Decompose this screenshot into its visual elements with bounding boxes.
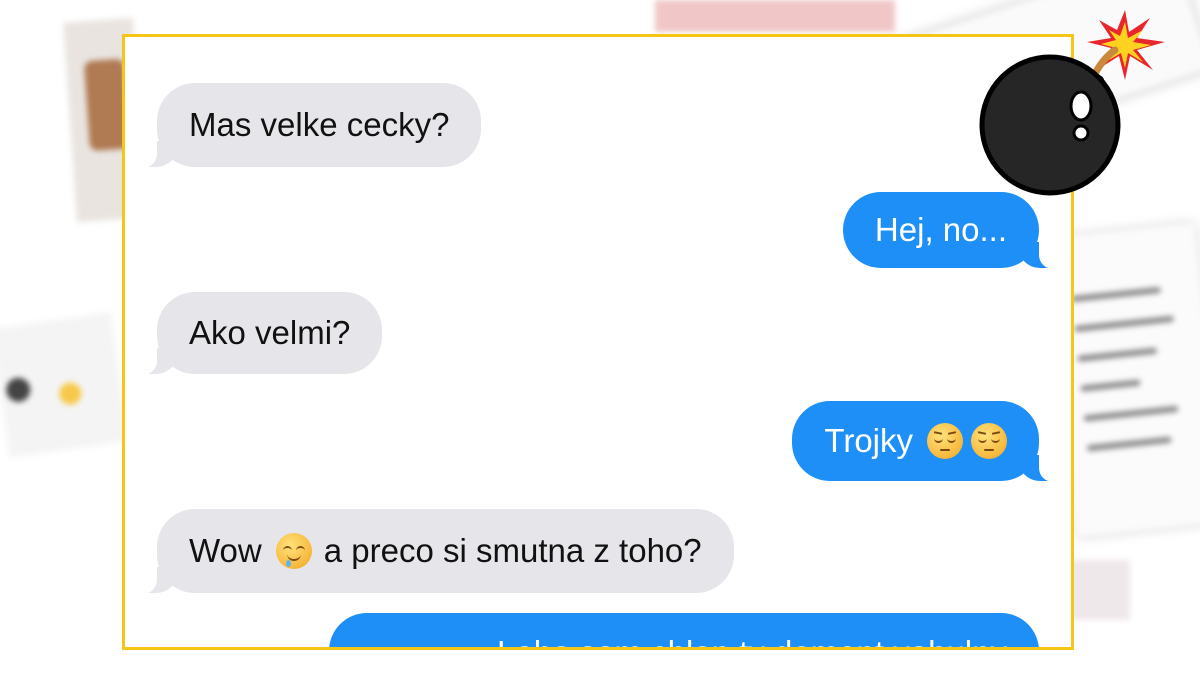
message-bubble-incoming: Wow a preco si smutna z toho? [133,509,734,594]
pensive-face-icon [971,423,1007,459]
message-text: Mas velke cecky? [189,106,450,143]
message-bubble-outgoing: Hej, no... [842,192,1064,269]
background-photo-strip [655,0,895,32]
message-text-before-emoji: Wow [189,532,262,569]
background-comment [0,312,129,458]
message-bubble-outgoing-cropped: Loho som chlap ty dement vohulny [329,613,1039,647]
message-text: Trojky [824,422,913,459]
message-text: Hej, no... [874,211,1007,248]
message-text: Loho som chlap ty dement vohulny [497,633,1007,647]
chat-screenshot-frame: Mas velke cecky? Hej, no... Ako velmi? T… [122,34,1074,650]
message-text: Ako velmi? [189,314,351,351]
bomb-icon [979,10,1165,196]
pensive-face-icon [927,423,963,459]
message-bubble-incoming: Ako velmi? [132,292,383,375]
message-bubble-incoming: Mas velke cecky? [132,83,482,168]
drooling-face-icon [275,533,312,569]
background-fragment [1070,560,1130,620]
message-bubble-outgoing: Trojky [792,401,1063,482]
message-text-after-emoji: a preco si smutna z toho? [323,532,702,569]
